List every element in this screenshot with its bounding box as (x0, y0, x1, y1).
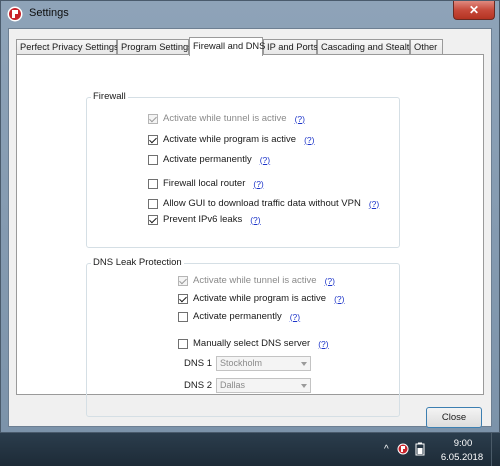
manual-dns-help-link[interactable]: (?) (318, 339, 328, 349)
dns-tunnel-option[interactable]: Activate while tunnel is active (?) (178, 275, 335, 286)
firewall-local-router-option[interactable]: Firewall local router (?) (148, 178, 264, 189)
firewall-program-help-link[interactable]: (?) (304, 135, 314, 145)
firewall-tunnel-label: Activate while tunnel is active (163, 113, 287, 124)
dns-tunnel-checkbox[interactable] (178, 275, 188, 286)
tab-program-settings[interactable]: Program Settings (117, 39, 193, 55)
window-close-button[interactable]: ✕ (453, 1, 495, 20)
prevent-ipv6-help-link[interactable]: (?) (250, 215, 260, 225)
dns-program-option[interactable]: Activate while program is active (?) (178, 293, 344, 304)
firewall-dns-panel: Firewall Activate while tunnel is active… (16, 54, 484, 417)
allow-gui-checkbox[interactable] (148, 198, 158, 209)
firewall-local-router-label: Firewall local router (163, 178, 246, 189)
manual-dns-option[interactable]: Manually select DNS server (?) (178, 338, 329, 349)
window-client: Perfect Privacy Settings Program Setting… (8, 28, 492, 428)
dns-tunnel-help-link[interactable]: (?) (325, 276, 335, 286)
firewall-tunnel-help-link[interactable]: (?) (295, 114, 305, 124)
dns1-chevron-down-icon (301, 362, 307, 366)
show-desktop-button[interactable] (491, 433, 500, 466)
firewall-tunnel-checkbox[interactable] (148, 113, 158, 124)
tab-cascading-and-stealth[interactable]: Cascading and Stealth (317, 39, 415, 55)
vpn-tray-icon[interactable] (397, 443, 409, 455)
tab-ip-and-ports[interactable]: IP and Ports (263, 39, 318, 55)
firewall-permanent-help-link[interactable]: (?) (260, 155, 270, 165)
dns-program-label: Activate while program is active (193, 293, 327, 304)
dns-permanent-help-link[interactable]: (?) (290, 312, 300, 322)
prevent-ipv6-checkbox[interactable] (148, 214, 158, 225)
close-button[interactable]: Close (426, 407, 482, 428)
dns-program-help-link[interactable]: (?) (334, 294, 344, 304)
firewall-local-router-help-link[interactable]: (?) (253, 179, 263, 189)
manual-dns-label: Manually select DNS server (193, 338, 311, 349)
allow-gui-label: Allow GUI to download traffic data witho… (163, 198, 361, 209)
clock-date[interactable]: 6.05.2018 (436, 452, 488, 463)
tray-overflow-chevron-up-icon[interactable]: ^ (384, 444, 389, 455)
dns2-label: DNS 2 (184, 380, 212, 391)
firewall-program-option[interactable]: Activate while program is active (?) (148, 134, 314, 145)
firewall-permanent-option[interactable]: Activate permanently (?) (148, 154, 270, 165)
prevent-ipv6-option[interactable]: Prevent IPv6 leaks (?) (148, 214, 261, 225)
dns-leak-group-title: DNS Leak Protection (91, 257, 184, 268)
firewall-group: Firewall Activate while tunnel is active… (86, 91, 400, 248)
clock-time[interactable]: 9:00 (446, 438, 480, 449)
firewall-local-router-checkbox[interactable] (148, 178, 158, 189)
dns1-label: DNS 1 (184, 358, 212, 369)
taskbar: ^ 9:00 6.05.2018 (0, 433, 500, 466)
firewall-program-label: Activate while program is active (163, 134, 297, 145)
dns-leak-group: DNS Leak Protection Activate while tunne… (86, 257, 400, 417)
title-bar[interactable]: Settings ✕ (1, 1, 499, 27)
dns2-chevron-down-icon (301, 384, 307, 388)
firewall-group-title: Firewall (91, 91, 128, 102)
tab-perfect-privacy-settings[interactable]: Perfect Privacy Settings (16, 39, 119, 55)
firewall-tunnel-option[interactable]: Activate while tunnel is active (?) (148, 113, 305, 124)
firewall-permanent-checkbox[interactable] (148, 154, 158, 165)
dns-program-checkbox[interactable] (178, 293, 188, 304)
allow-gui-option[interactable]: Allow GUI to download traffic data witho… (148, 198, 379, 209)
dns2-select-value: Dallas (220, 380, 246, 390)
firewall-permanent-label: Activate permanently (163, 154, 252, 165)
app-logo-icon (7, 6, 23, 22)
dns-permanent-checkbox[interactable] (178, 311, 188, 322)
battery-tray-icon[interactable] (414, 442, 426, 456)
allow-gui-help-link[interactable]: (?) (369, 199, 379, 209)
tab-other[interactable]: Other (410, 39, 443, 55)
dns-permanent-option[interactable]: Activate permanently (?) (178, 311, 300, 322)
window-title: Settings (29, 7, 69, 19)
prevent-ipv6-label: Prevent IPv6 leaks (163, 214, 243, 225)
settings-window: Settings ✕ Perfect Privacy Settings Prog… (0, 0, 500, 433)
dns-permanent-label: Activate permanently (193, 311, 282, 322)
dns-tunnel-label: Activate while tunnel is active (193, 275, 317, 286)
firewall-program-checkbox[interactable] (148, 134, 158, 145)
dns1-select-value: Stockholm (220, 358, 263, 368)
tab-firewall-and-dns[interactable]: Firewall and DNS (189, 37, 265, 56)
dns1-select[interactable]: Stockholm (216, 356, 311, 371)
manual-dns-checkbox[interactable] (178, 338, 188, 349)
dns2-select[interactable]: Dallas (216, 378, 311, 393)
